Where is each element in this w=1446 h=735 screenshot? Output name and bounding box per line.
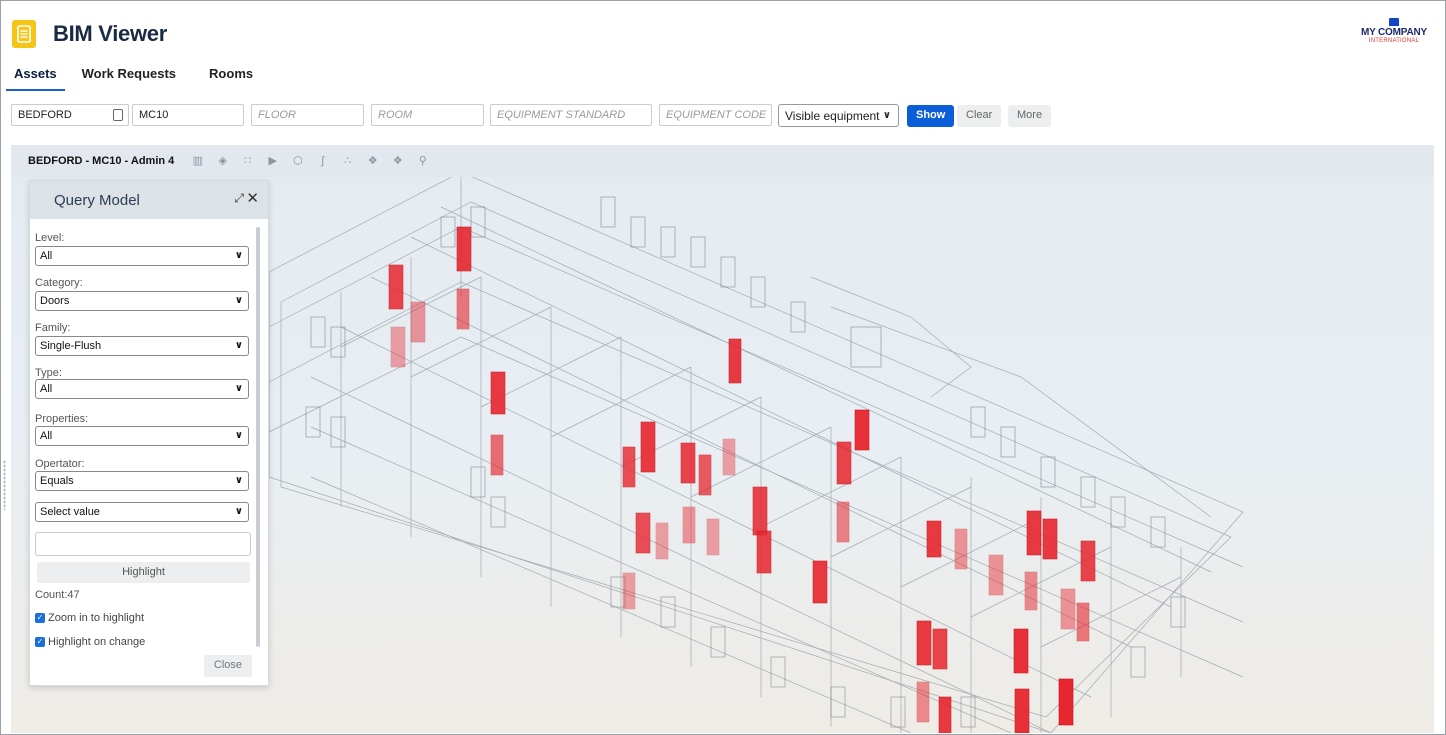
chevron-down-icon: ∨ (234, 383, 243, 394)
properties-select[interactable]: All ∨ (35, 426, 249, 446)
clear-button[interactable]: Clear (957, 105, 1002, 127)
room-field[interactable]: ROOM (371, 104, 484, 126)
chevron-down-icon: ∨ (234, 475, 243, 486)
operator-value: Equals (40, 475, 74, 487)
equipment-standard-field[interactable]: EQUIPMENT STANDARD (490, 104, 652, 126)
path-icon[interactable]: ∫ (317, 155, 328, 167)
family-select[interactable]: Single-Flush ∨ (35, 336, 249, 356)
category-value: Doors (40, 295, 70, 307)
chevron-down-icon: ∨ (234, 250, 243, 261)
level-select[interactable]: All ∨ (35, 246, 249, 266)
category-label: Category: (35, 277, 83, 289)
zoom-checkbox[interactable]: ✓ Zoom in to highlight (35, 612, 144, 624)
grid-icon[interactable]: ∷ (242, 155, 253, 167)
value-select-text: Select value (40, 506, 100, 518)
panel-header[interactable]: Query Model ⤢ ✕ (30, 181, 268, 219)
building-icon[interactable]: ▥ (192, 155, 203, 167)
model-windows (305, 196, 1186, 728)
value-select[interactable]: Select value ∨ (35, 502, 249, 522)
family-label: Family: (35, 322, 71, 334)
building-field[interactable]: MC10 (132, 104, 244, 126)
tab-work-requests[interactable]: Work Requests (74, 63, 184, 91)
company-icon (1389, 18, 1399, 26)
type-label: Type: (35, 367, 62, 379)
properties-label: Properties: (35, 413, 89, 425)
result-count: Count:47 (35, 589, 80, 601)
operator-label: Opertator: (35, 458, 85, 470)
zoom-label: Zoom in to highlight (48, 612, 144, 624)
app-title: BIM Viewer (53, 21, 167, 46)
equipment-code-field[interactable]: EQUIPMENT CODE (659, 104, 772, 126)
close-icon[interactable]: ✕ (246, 189, 259, 207)
layers-icon[interactable]: ◈ (217, 155, 228, 167)
value-input[interactable] (35, 532, 251, 556)
site-picker-icon[interactable] (113, 109, 123, 121)
network-icon[interactable]: ❖ (367, 155, 378, 167)
checkbox-checked-icon[interactable]: ✓ (35, 613, 45, 623)
tag-icon[interactable]: ▶ (267, 155, 278, 167)
search-icon[interactable]: ⚲ (417, 155, 428, 167)
sequence-icon[interactable]: ❖ (392, 155, 403, 167)
company-name: MY COMPANY (1361, 27, 1427, 38)
visibility-select[interactable]: Visible equipment ∨ (778, 104, 899, 127)
level-label: Level: (35, 232, 65, 244)
app-logo-icon (12, 20, 36, 48)
company-logo: MY COMPANY INTERNATIONAL (1354, 18, 1434, 45)
share-icon[interactable]: ∴ (342, 155, 353, 167)
category-select[interactable]: Doors ∨ (35, 291, 249, 311)
type-value: All (40, 383, 53, 395)
main-tabs: Assets Work Requests Rooms (6, 63, 278, 91)
model-wireframe (268, 177, 1244, 733)
chevron-down-icon: ∨ (234, 340, 243, 351)
app-header: BIM Viewer (12, 19, 167, 49)
tab-rooms[interactable]: Rooms (201, 63, 261, 91)
more-button[interactable]: More (1008, 105, 1052, 127)
viewer-tools: ▥ ◈ ∷ ▶ ⬡ ∫ ∴ ❖ ❖ ⚲ (192, 155, 442, 167)
chevron-down-icon: ∨ (234, 506, 243, 517)
family-value: Single-Flush (40, 340, 102, 352)
type-select[interactable]: All ∨ (35, 379, 249, 399)
site-value: BEDFORD (18, 109, 72, 121)
cube-icon[interactable]: ⬡ (292, 155, 303, 167)
checkbox-checked-icon[interactable]: ✓ (35, 637, 45, 647)
panel-scrollbar[interactable] (256, 227, 260, 647)
query-model-panel: Query Model ⤢ ✕ Level: All ∨ Category: D… (29, 180, 269, 686)
chevron-down-icon: ∨ (882, 110, 891, 121)
site-field[interactable]: BEDFORD (11, 104, 129, 126)
highlight-change-checkbox[interactable]: ✓ Highlight on change (35, 636, 145, 648)
close-button[interactable]: Close (203, 655, 252, 677)
floor-field[interactable]: FLOOR (251, 104, 364, 126)
panel-title: Query Model (54, 191, 140, 209)
highlight-button[interactable]: Highlight (37, 562, 250, 583)
chevron-down-icon: ∨ (234, 430, 243, 441)
resize-grip[interactable] (3, 460, 6, 510)
chevron-down-icon: ∨ (234, 295, 243, 306)
tab-assets[interactable]: Assets (6, 63, 65, 91)
change-label: Highlight on change (48, 636, 146, 648)
operator-select[interactable]: Equals ∨ (35, 471, 249, 491)
company-subtitle: INTERNATIONAL (1368, 38, 1420, 44)
show-button[interactable]: Show (907, 105, 955, 127)
visibility-value: Visible equipment (785, 109, 880, 123)
viewer-toolbar: BEDFORD - MC10 - Admin 4 ▥ ◈ ∷ ▶ ⬡ ∫ ∴ ❖… (11, 145, 1434, 177)
expand-icon[interactable]: ⤢ (234, 191, 244, 206)
level-value: All (40, 250, 53, 262)
viewer-title: BEDFORD - MC10 - Admin 4 (28, 155, 175, 167)
highlighted-doors (388, 226, 1096, 733)
properties-value: All (40, 430, 53, 442)
